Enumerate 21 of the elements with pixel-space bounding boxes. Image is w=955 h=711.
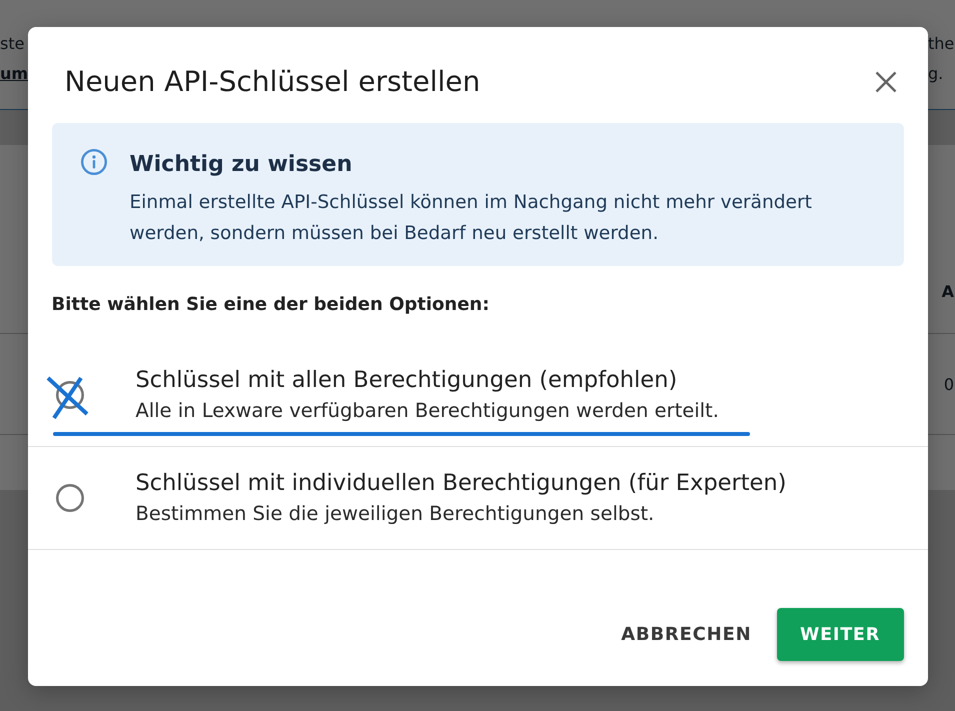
option-item[interactable]: Schlüssel mit individuellen Berechtigungen (für Experten) Bestimmen Sie die jeweiligen Berechtigungen selbst.: [28, 447, 928, 550]
option-title: Schlüssel mit individuellen Berechtigungen (für Experten): [136, 469, 786, 498]
page-text: the: [928, 33, 954, 55]
page-text: g.: [928, 63, 944, 85]
info-text: Einmal erstellte API-Schlüssel können im Nachgang nicht mehr verändert werden, sondern müssen bei Bedarf neu erstellt werden.: [130, 191, 813, 246]
info-title: Wichtig zu wissen: [130, 151, 354, 179]
cancel-button[interactable]: ABBRECHEN: [609, 614, 764, 655]
dialog-title: Neuen API-Schlüssel erstellen: [64, 65, 480, 99]
close-icon: [874, 71, 896, 93]
table-header-cell: A: [942, 282, 954, 301]
option-description: Bestimmen Sie die jeweiligen Berechtigungen selbst.: [136, 501, 656, 527]
option-description: Alle in Lexware verfügbaren Berechtigungen werden erteilt.: [136, 398, 719, 424]
page-text: ste: [0, 33, 24, 55]
info-icon: [80, 149, 106, 175]
radio-button[interactable]: [56, 484, 84, 512]
close-button[interactable]: [874, 71, 896, 93]
page-link[interactable]: um: [0, 62, 28, 86]
option-item[interactable]: Schlüssel mit allen Berechtigungen (empfohlen) Alle in Lexware verfügbaren Berechtigungen werden erteilt.: [28, 344, 928, 447]
option-title: Schlüssel mit allen Berechtigungen (empfohlen): [136, 366, 678, 395]
options-prompt: Bitte wählen Sie eine der beiden Optionen:: [52, 293, 490, 317]
table-cell: 0: [944, 374, 954, 394]
